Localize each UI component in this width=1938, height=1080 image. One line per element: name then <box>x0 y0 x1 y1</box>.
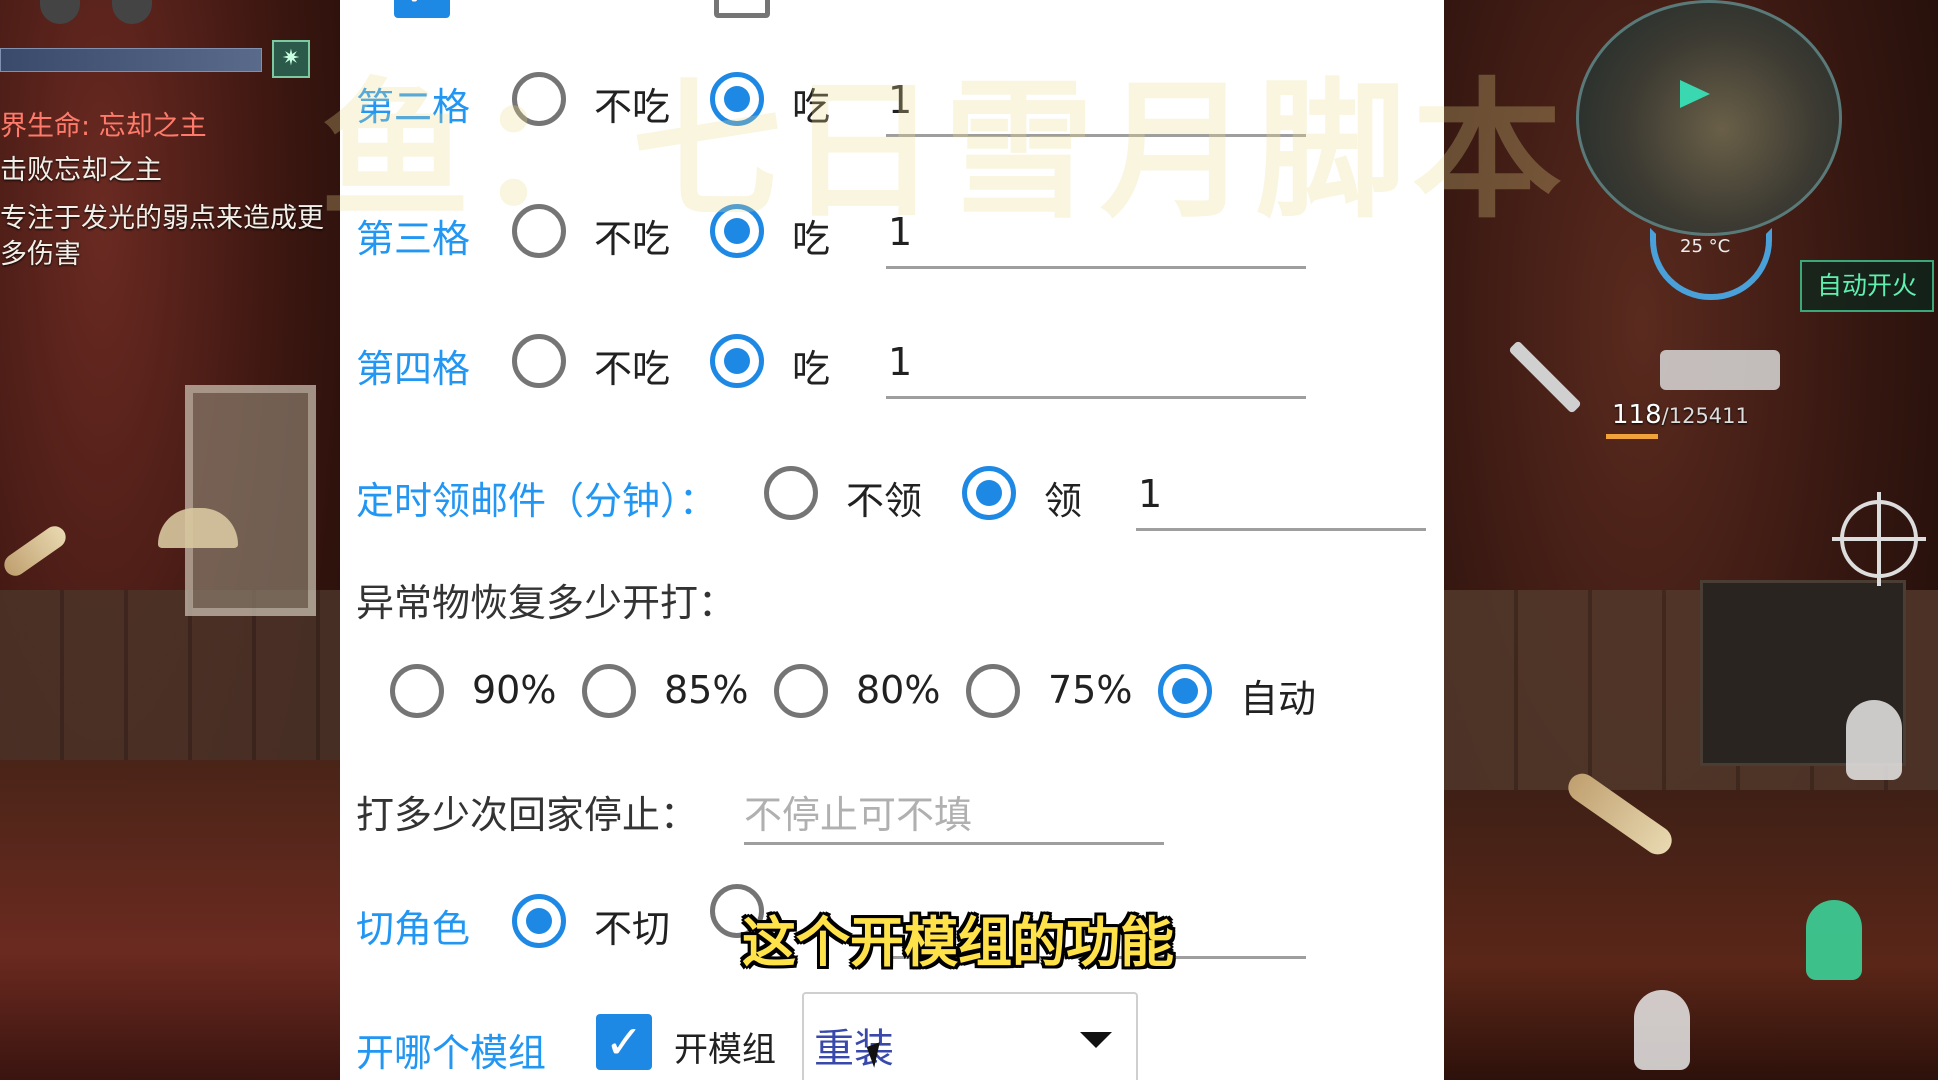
slot-2-no-eat-radio[interactable] <box>512 72 566 126</box>
module-enable-checkbox[interactable]: ✓ <box>596 1014 652 1070</box>
recover-threshold-label: 异常物恢复多少开打： <box>356 581 737 625</box>
slot-4-eat-radio[interactable] <box>710 334 764 388</box>
slot-4-label: 第四格 <box>356 347 471 391</box>
recover-auto-label: 自动 <box>1240 677 1317 721</box>
slot-2-no-eat-label: 不吃 <box>594 85 671 129</box>
game-floor-right <box>1444 790 1938 1080</box>
module-enable-label: 开模组 <box>674 1030 776 1070</box>
auto-fire-button[interactable]: 自动开火 <box>1800 260 1934 312</box>
weapon-gun-icon[interactable] <box>1660 350 1780 390</box>
stop-count-label: 打多少次回家停止： <box>356 793 699 837</box>
minimap[interactable] <box>1576 0 1842 236</box>
slot-3-eat-label: 吃 <box>792 217 831 261</box>
slot-3-no-eat-label: 不吃 <box>594 217 671 261</box>
stop-count-field[interactable] <box>744 842 1164 845</box>
game-floor-left <box>0 760 340 1080</box>
slot-3-label: 第三格 <box>356 217 471 261</box>
mail-interval-value[interactable]: 1 <box>1138 472 1162 516</box>
ammo-current: 118 <box>1612 400 1662 430</box>
vanity-mirror <box>185 385 316 616</box>
mail-interval-field[interactable] <box>1136 528 1426 531</box>
slot-4-amount-value[interactable]: 1 <box>888 340 912 384</box>
top-checkbox-unchecked[interactable] <box>714 0 770 18</box>
module-label: 开哪个模组 <box>356 1031 547 1075</box>
dropdown-arrow-icon[interactable] <box>1080 1032 1112 1048</box>
ammo-counter: 118/125411 <box>1612 400 1749 430</box>
quest-title: 界生命: 忘却之主 <box>0 111 207 142</box>
recover-90-radio[interactable] <box>390 664 444 718</box>
slot-2-amount-field[interactable] <box>886 134 1306 137</box>
quest-line: 专注于发光的弱点来造成更 <box>0 203 324 234</box>
player-direction-icon <box>1680 80 1710 108</box>
recover-80-label: 80% <box>856 668 941 712</box>
mail-no-claim-radio[interactable] <box>764 466 818 520</box>
prone-stance-icon[interactable] <box>1634 990 1690 1070</box>
mail-claim-label: 领 <box>1044 479 1083 523</box>
mail-no-claim-label: 不领 <box>846 479 923 523</box>
slot-2-label: 第二格 <box>356 85 471 129</box>
stop-count-placeholder[interactable]: 不停止可不填 <box>744 784 972 839</box>
screen: ✷ 界生命: 忘却之主 击败忘却之主 专注于发光的弱点来造成更 多伤害 25 °… <box>0 0 1938 1080</box>
video-subtitle: 这个开模组的功能 <box>742 911 1174 974</box>
quest-line: 多伤害 <box>0 239 81 270</box>
mail-claim-radio[interactable] <box>962 466 1016 520</box>
recover-75-radio[interactable] <box>966 664 1020 718</box>
quest-line: 击败忘却之主 <box>0 155 162 186</box>
temperature-label: 25 °C <box>1680 236 1731 257</box>
buff-sparkle-icon: ✷ <box>272 40 310 78</box>
recover-85-label: 85% <box>664 668 749 712</box>
slot-2-amount-value[interactable]: 1 <box>888 78 912 122</box>
slot-4-no-eat-label: 不吃 <box>594 347 671 391</box>
slot-3-no-eat-radio[interactable] <box>512 204 566 258</box>
recover-auto-radio[interactable] <box>1158 664 1212 718</box>
switch-role-label: 切角色 <box>356 907 471 951</box>
module-select-value: 重装 <box>814 1026 894 1072</box>
slot-3-eat-radio[interactable] <box>710 204 764 258</box>
ammo-bar <box>1606 434 1658 439</box>
slot-4-no-eat-radio[interactable] <box>512 334 566 388</box>
slot-4-amount-field[interactable] <box>886 396 1306 399</box>
crouch-stance-icon[interactable] <box>1806 900 1862 980</box>
switch-role-off-label: 不切 <box>594 907 671 951</box>
boss-health-bar <box>0 48 262 72</box>
slot-3-amount-value[interactable]: 1 <box>888 210 912 254</box>
mail-timer-label: 定时领邮件（分钟）： <box>356 479 718 523</box>
recover-80-radio[interactable] <box>774 664 828 718</box>
recover-75-label: 75% <box>1048 668 1133 712</box>
jump-stance-icon[interactable] <box>1846 700 1902 780</box>
module-select[interactable]: 重装 <box>802 992 1138 1080</box>
ammo-total: /125411 <box>1661 404 1749 428</box>
switch-role-off-radio[interactable] <box>512 894 566 948</box>
top-checkbox[interactable]: ✓ <box>394 0 450 18</box>
aim-crosshair-icon[interactable] <box>1832 492 1926 586</box>
recover-85-radio[interactable] <box>582 664 636 718</box>
slot-2-eat-label: 吃 <box>792 85 831 129</box>
slot-2-eat-radio[interactable] <box>710 72 764 126</box>
slot-3-amount-field[interactable] <box>886 266 1306 269</box>
recover-90-label: 90% <box>472 668 557 712</box>
slot-4-eat-label: 吃 <box>792 347 831 391</box>
